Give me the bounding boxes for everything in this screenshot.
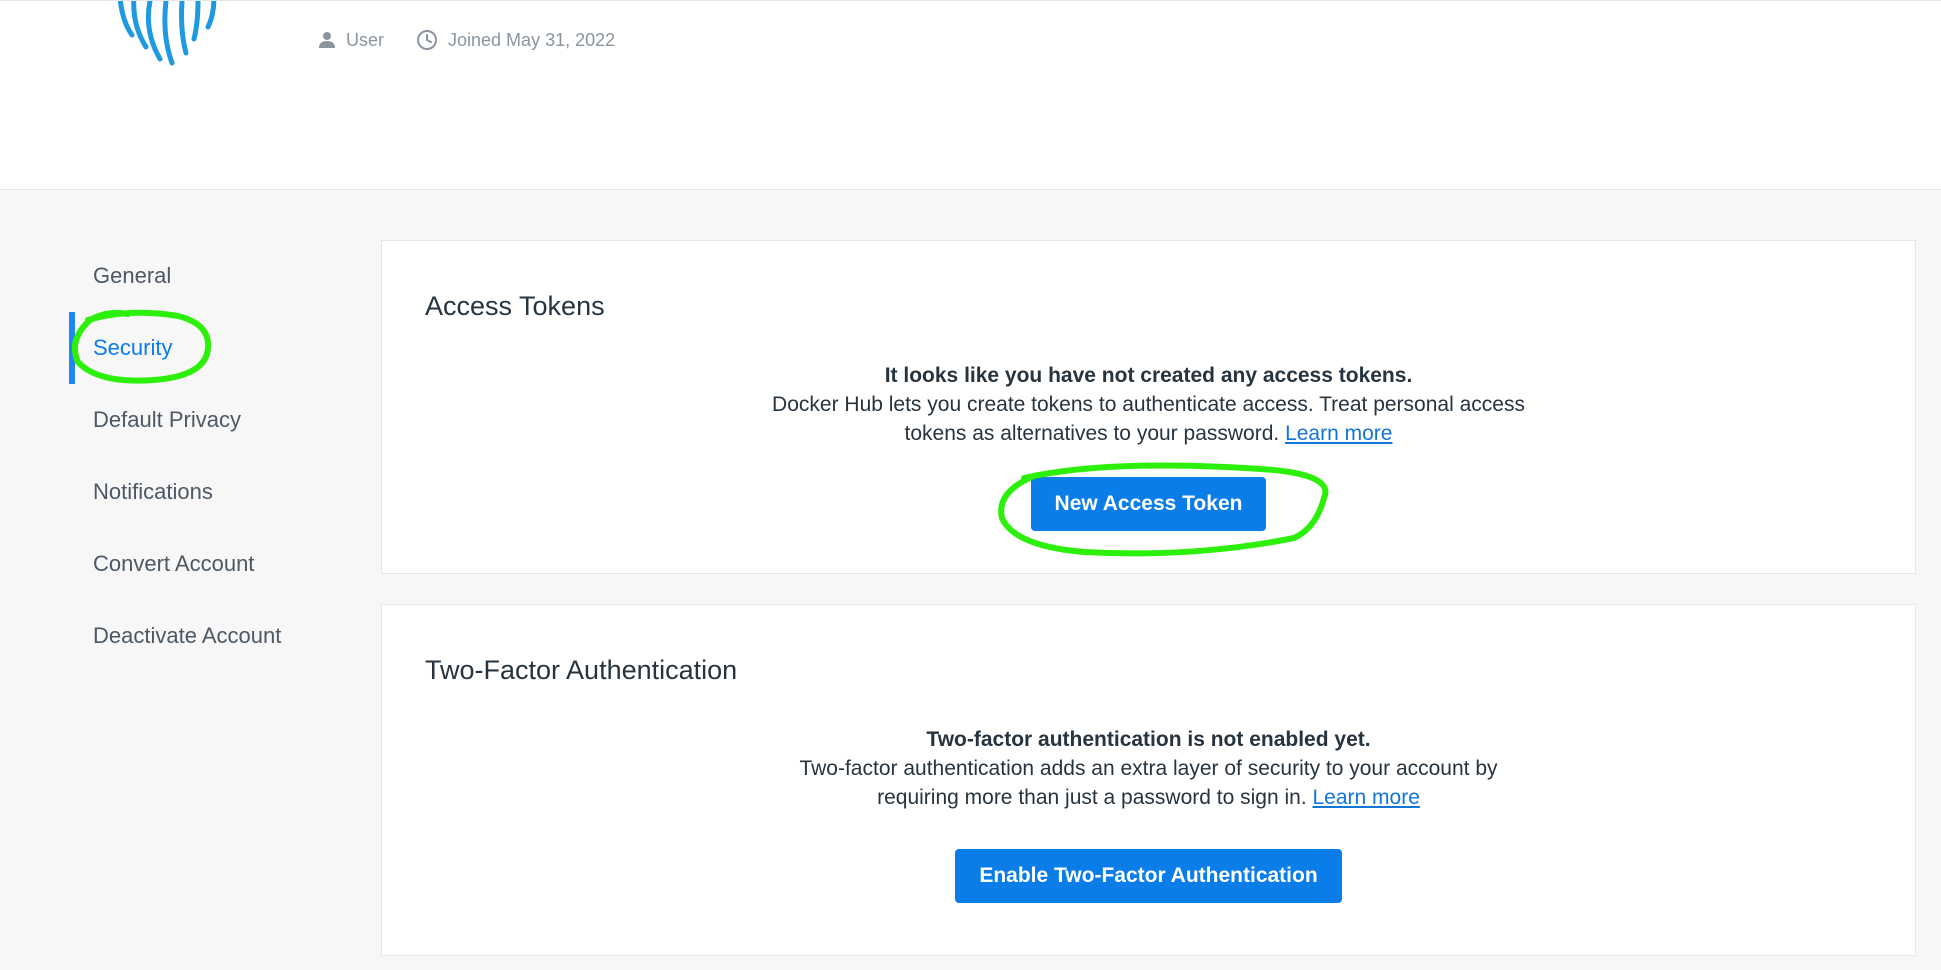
sidebar-item-deactivate-account[interactable]: Deactivate Account [0, 600, 360, 672]
two-factor-headline: Two-factor authentication is not enabled… [926, 728, 1371, 751]
access-tokens-headline: It looks like you have not created any a… [884, 364, 1413, 387]
sidebar-item-notifications[interactable]: Notifications [0, 456, 360, 528]
two-factor-title: Two-Factor Authentication [425, 655, 738, 685]
access-tokens-title: Access Tokens [425, 291, 605, 321]
user-type: User [318, 30, 384, 51]
two-factor-learn-more-link[interactable]: Learn more [1313, 786, 1420, 809]
access-tokens-description-text: Docker Hub lets you create tokens to aut… [772, 393, 1525, 445]
new-access-token-button[interactable]: New Access Token [1030, 477, 1267, 531]
joined-date-label: Joined May 31, 2022 [448, 29, 616, 50]
profile-header: User Joined May 31, 2022 [0, 0, 1941, 190]
enable-two-factor-button[interactable]: Enable Two-Factor Authentication [955, 849, 1342, 903]
user-type-label: User [346, 29, 385, 50]
sidebar-item-general[interactable]: General [0, 240, 360, 312]
two-factor-empty-state: Two-factor authentication is not enabled… [382, 725, 1915, 812]
sidebar-item-default-privacy[interactable]: Default Privacy [0, 384, 360, 456]
two-factor-card: Two-Factor Authentication Two-factor aut… [381, 604, 1916, 956]
access-tokens-card: Access Tokens It looks like you have not… [381, 240, 1916, 574]
two-factor-actions: Enable Two-Factor Authentication [382, 849, 1915, 903]
access-tokens-learn-more-link[interactable]: Learn more [1285, 422, 1392, 445]
clock-icon [417, 30, 438, 50]
access-tokens-empty-state: It looks like you have not created any a… [382, 361, 1915, 448]
sidebar-item-security[interactable]: Security [0, 312, 360, 384]
joined-date: Joined May 31, 2022 [416, 29, 615, 51]
settings-sidebar: General Security Default Privacy Notific… [0, 240, 360, 672]
access-tokens-actions: New Access Token [382, 477, 1915, 531]
two-factor-description: Two-factor authentication adds an extra … [769, 754, 1529, 812]
sidebar-item-convert-account[interactable]: Convert Account [0, 528, 360, 600]
profile-meta: User Joined May 31, 2022 [318, 29, 615, 51]
access-tokens-description: Docker Hub lets you create tokens to aut… [769, 390, 1529, 448]
fingerprint-icon [117, 1, 217, 66]
user-icon [319, 32, 335, 48]
